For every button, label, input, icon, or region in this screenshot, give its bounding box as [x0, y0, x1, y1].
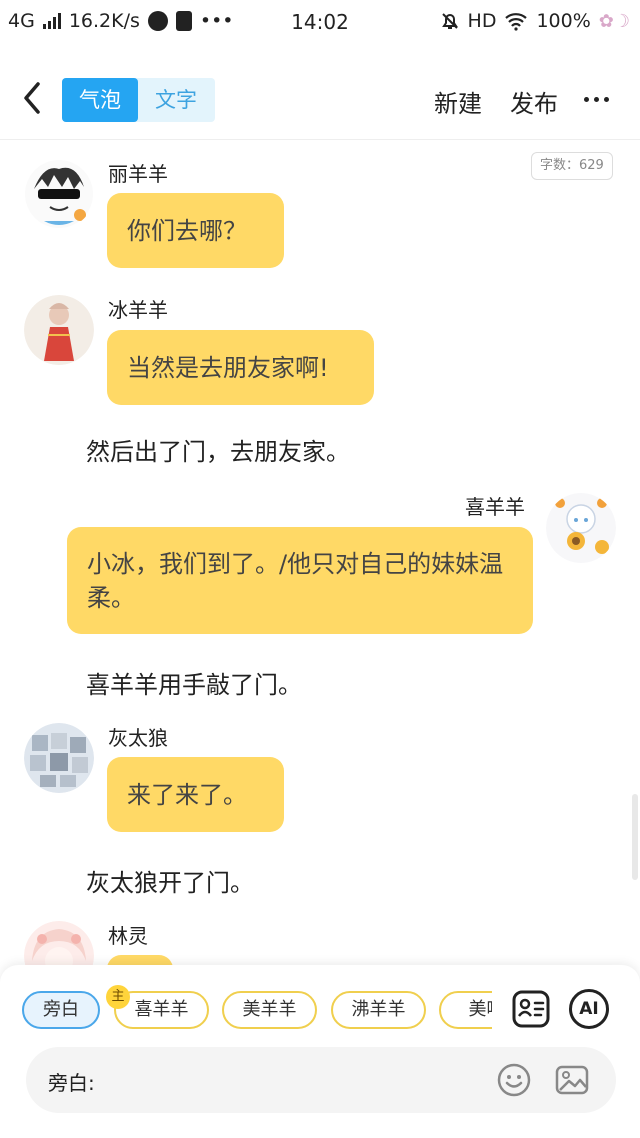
hd-indicator: HD [467, 10, 497, 32]
avatar-image [24, 921, 94, 965]
avatar[interactable] [24, 159, 94, 229]
sender-name: 丽羊羊 [108, 162, 168, 186]
avatar[interactable] [24, 921, 94, 965]
battery-level: 100% [536, 10, 591, 32]
image-icon[interactable] [554, 1062, 590, 1098]
role-chip[interactable]: 美羊羊 [222, 991, 317, 1029]
sender-name: 冰羊羊 [108, 298, 168, 322]
wifi-icon [505, 13, 528, 31]
tab-text[interactable]: 文字 [138, 78, 214, 122]
top-nav: 气泡 文字 新建 发布 [0, 60, 640, 140]
narration-text[interactable]: 喜羊羊用手敲了门。 [86, 665, 302, 700]
message-bubble[interactable]: 当然是去朋友家啊! [107, 330, 374, 405]
avatar[interactable] [546, 493, 616, 563]
narration-text[interactable]: 然后出了门，去朋友家。 [86, 432, 350, 467]
role-card-icon[interactable] [511, 989, 551, 1029]
sender-name: 林灵 [108, 924, 148, 948]
host-badge: 主 [106, 985, 130, 1009]
input-role-prefix: 旁白: [48, 1071, 95, 1095]
mode-toggle: 气泡 文字 [62, 78, 215, 122]
narration-text[interactable]: 灰太狼开了门。 [86, 863, 254, 898]
ai-button[interactable]: AI [569, 989, 609, 1029]
status-right: HD 100% ✿☽ [440, 10, 630, 32]
message-input[interactable]: 旁白: [26, 1047, 616, 1113]
chat-area[interactable]: 丽羊羊 你们去哪？ 冰羊羊 当然是去朋友家啊! 然后出了门，去朋友家。 喜羊羊 [0, 145, 640, 965]
sender-name: 灰太狼 [108, 726, 168, 750]
message-bubble[interactable] [107, 955, 173, 965]
back-icon[interactable] [18, 78, 48, 118]
avatar-image [24, 723, 94, 793]
avatar-image [25, 160, 93, 228]
scrollbar-thumb[interactable] [632, 794, 638, 880]
role-chip-narrator[interactable]: 旁白 [22, 991, 100, 1029]
status-bar: 4G 16.2K/s ••• 14:02 HD 100% ✿☽ [0, 0, 640, 44]
message-bubble[interactable]: 来了来了。 [107, 757, 284, 832]
decoration-icon: ✿☽ [598, 10, 630, 32]
avatar-image [24, 295, 94, 365]
role-selector: 旁白 喜羊羊 美羊羊 沸羊羊 美喵 [22, 991, 492, 1029]
role-chip[interactable]: 沸羊羊 [331, 991, 426, 1029]
avatar[interactable] [24, 723, 94, 793]
new-button[interactable]: 新建 [434, 84, 482, 119]
publish-button[interactable]: 发布 [510, 84, 558, 119]
tab-bubble[interactable]: 气泡 [62, 78, 138, 122]
emoji-icon[interactable] [496, 1062, 532, 1098]
sender-name: 喜羊羊 [465, 495, 525, 519]
mute-bell-icon [441, 13, 458, 29]
message-bubble[interactable]: 你们去哪？ [107, 193, 284, 268]
message-bubble[interactable]: 小冰，我们到了。/他只对自己的妹妹温柔。 [67, 527, 533, 634]
avatar[interactable] [24, 295, 94, 365]
role-chip[interactable]: 美喵 [439, 991, 492, 1029]
composer-panel: 旁白 喜羊羊 美羊羊 沸羊羊 美喵 主 AI 旁白: [0, 965, 640, 1138]
more-icon[interactable] [584, 84, 614, 114]
avatar-image [546, 493, 616, 563]
